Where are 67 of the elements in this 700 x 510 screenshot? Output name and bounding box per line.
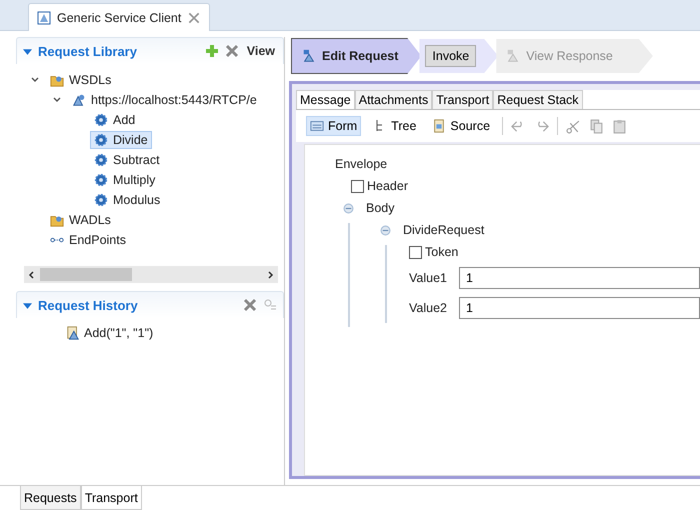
form-icon [310, 119, 324, 133]
horizontal-scrollbar[interactable] [24, 266, 278, 283]
gear-icon [94, 193, 108, 207]
gear-icon [94, 113, 108, 127]
tree-item[interactable]: Divide [90, 131, 152, 149]
tree-item[interactable]: EndPoints [46, 231, 130, 249]
value-field[interactable]: 1 [459, 267, 700, 289]
field-label: Value2 [409, 301, 448, 315]
collapse-icon[interactable] [380, 224, 391, 236]
field-label: Value1 [409, 271, 448, 285]
close-icon[interactable] [187, 10, 202, 24]
tree-item[interactable]: Modulus [90, 191, 164, 209]
tab-title: Generic Service Client [57, 10, 182, 24]
tree-item[interactable]: Multiply [90, 171, 160, 189]
view-mode-button[interactable]: Tree [369, 116, 420, 136]
section-title: Request Library [38, 44, 137, 58]
edit-request-icon [302, 49, 316, 63]
gear-icon [94, 173, 108, 187]
invoke-button[interactable]: Invoke [425, 45, 476, 67]
collapse-icon[interactable] [343, 202, 354, 214]
delete-icon[interactable] [224, 44, 239, 58]
gear-icon [94, 153, 108, 167]
view-mode-button[interactable]: Form [306, 116, 362, 136]
folder-icon [50, 213, 64, 227]
tree-item[interactable]: Add [90, 111, 140, 129]
view-response-icon [506, 49, 520, 63]
scroll-right-icon[interactable] [266, 270, 274, 278]
clear-history-icon[interactable] [263, 298, 277, 312]
copy-icon[interactable] [589, 118, 604, 134]
window-icon [37, 10, 51, 24]
tree-item[interactable]: WADLs [46, 211, 115, 229]
value-field[interactable]: 1 [459, 297, 700, 319]
cut-icon[interactable] [566, 118, 582, 134]
tree-item[interactable]: WSDLs [46, 71, 116, 89]
request-label: DivideRequest [403, 223, 484, 237]
message-tab[interactable]: Transport [432, 90, 494, 109]
view-button[interactable]: View [244, 44, 277, 58]
header-label: Header [367, 179, 408, 193]
token-checkbox[interactable] [409, 246, 422, 258]
delete-icon[interactable] [243, 298, 257, 312]
message-tab[interactable]: Attachments [354, 90, 432, 109]
history-item[interactable]: Add("1", "1") [66, 326, 284, 340]
collapse-icon[interactable] [23, 46, 32, 56]
body-label: Body [366, 201, 394, 215]
envelope-label: Envelope [335, 157, 388, 171]
token-label: Token [425, 245, 458, 259]
gear-icon [94, 133, 108, 147]
tree-item[interactable]: https://localhost:5443/RTCP/e [68, 91, 261, 109]
editor-tab[interactable]: Generic Service Client [28, 3, 210, 31]
document-icon [432, 119, 446, 133]
folder-icon [50, 73, 64, 87]
view-mode-button[interactable]: Source [428, 116, 494, 136]
message-tab[interactable]: Request Stack [493, 90, 583, 109]
add-icon[interactable] [204, 44, 219, 58]
step-tab[interactable]: Edit Request [291, 38, 422, 74]
header-checkbox[interactable] [351, 180, 364, 192]
scroll-left-icon[interactable] [28, 270, 36, 278]
message-tab[interactable]: Message [296, 90, 355, 109]
service-icon [72, 93, 86, 107]
collapse-icon[interactable] [23, 300, 32, 310]
step-tab[interactable]: Invoke [419, 39, 498, 73]
paste-icon[interactable] [612, 118, 628, 134]
tree-item[interactable]: Subtract [90, 151, 164, 169]
request-icon [66, 326, 80, 340]
bottom-tab[interactable]: Transport [80, 486, 142, 510]
bottom-tab[interactable]: Requests [20, 486, 81, 510]
section-title: Request History [38, 298, 138, 312]
